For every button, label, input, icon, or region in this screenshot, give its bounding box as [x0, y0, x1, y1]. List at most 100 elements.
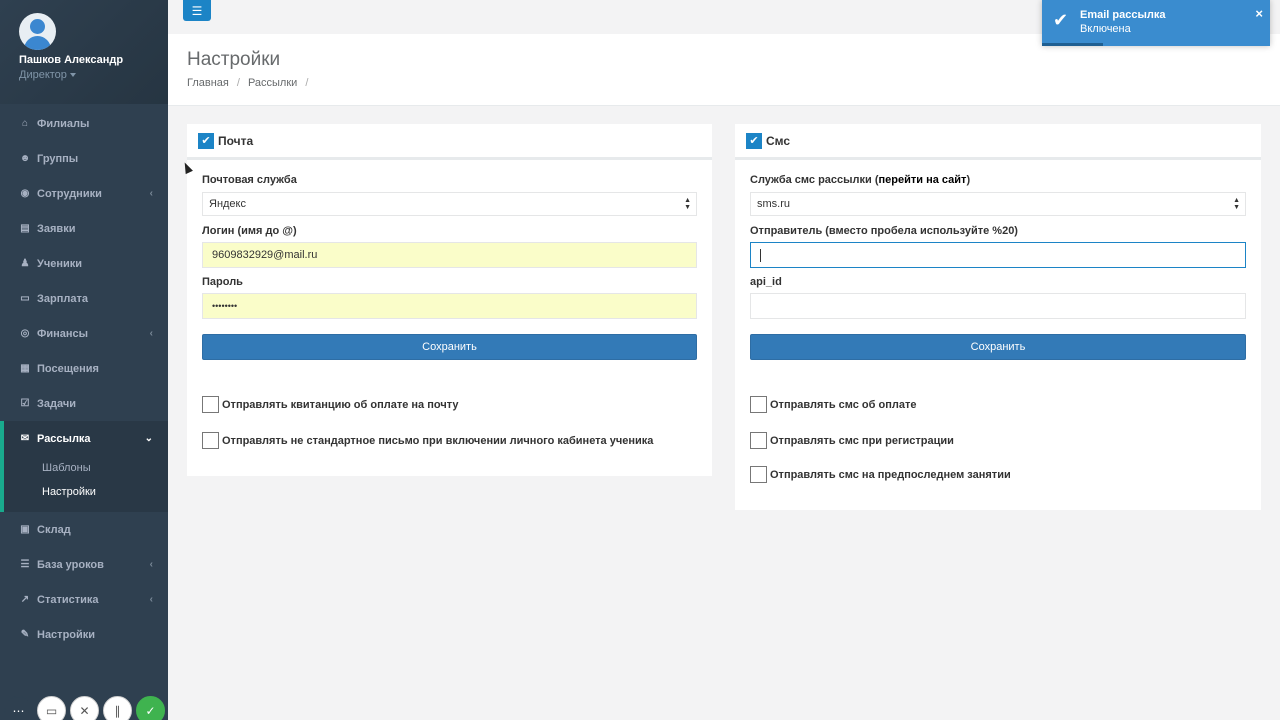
sms-service-label: Служба смс рассылки (перейти на сайт): [750, 174, 970, 186]
mail-enabled-checkbox[interactable]: ✔: [198, 132, 214, 149]
sms-check-payment[interactable]: Отправлять смс об оплате: [750, 396, 916, 413]
sms-service-select[interactable]: sms.ru ▲ ▼: [750, 192, 1246, 216]
breadcrumb-separator: /: [236, 77, 240, 89]
mail-service-select[interactable]: Яндекс ▲ ▼: [202, 192, 697, 216]
sidebar-item-label: Зарплата: [37, 292, 88, 305]
bank-icon: ⌂: [21, 118, 29, 129]
sidebar-item[interactable]: ↗ Статистика ‹: [0, 582, 168, 617]
close-icon[interactable]: ×: [1255, 6, 1263, 21]
sidebar-item[interactable]: ◉ Сотрудники ‹: [0, 176, 168, 211]
sms-api-input[interactable]: [750, 293, 1246, 319]
user-circle-icon: ◉: [20, 188, 30, 199]
sms-service-label-suffix: ): [966, 174, 971, 186]
sidebar-item-mailing[interactable]: ✉ Рассылка ⌄: [0, 421, 168, 456]
money-icon: ◎: [20, 328, 30, 339]
sidebar-item[interactable]: ▤ Заявки: [0, 211, 168, 246]
sms-check-registration[interactable]: Отправлять смс при регистрации: [750, 432, 954, 449]
sidebar-item[interactable]: ▭ Зарплата: [0, 281, 168, 316]
sidebar-item-label: Сотрудники: [37, 187, 102, 200]
sidebar-item[interactable]: ⌂ Филиалы: [0, 106, 168, 141]
mail-check-custom-letter[interactable]: Отправлять не стандартное письмо при вкл…: [202, 432, 653, 449]
sidebar-item[interactable]: ◎ Финансы ‹: [0, 316, 168, 351]
sms-api-label: api_id: [750, 276, 782, 288]
sms-panel-title: Смс: [766, 133, 791, 148]
sidebar-nav: ⌂ Филиалы ☻ Группы ◉ Сотрудники ‹ ▤ Заявки ♟ Учени…: [0, 106, 168, 421]
avatar[interactable]: [19, 13, 56, 50]
book-icon: ▤: [20, 223, 30, 234]
chevron-left-icon: ‹: [149, 188, 153, 199]
pause-icon[interactable]: ∥: [103, 696, 132, 720]
sidebar-item-label: Настройки: [37, 628, 96, 641]
caret-down-icon: [69, 73, 76, 78]
sidebar-item-label: Финансы: [37, 327, 89, 340]
toast-progress-bar: [1042, 43, 1103, 46]
checkbox[interactable]: [750, 432, 767, 449]
mail-check-receipt[interactable]: Отправлять квитанцию об оплате на почту: [202, 396, 458, 413]
sidebar-item-label: База уроков: [37, 558, 104, 571]
sidebar-subitem-settings[interactable]: Настройки: [4, 480, 168, 504]
more-icon[interactable]: ⋯: [4, 696, 33, 720]
archive-icon: ▣: [20, 524, 30, 535]
calendar-icon: ▦: [20, 363, 30, 374]
select-arrows-icon: ▲ ▼: [1233, 197, 1240, 211]
sms-check-penultimate-lesson[interactable]: Отправлять смс на предпоследнем занятии: [750, 466, 1011, 483]
mail-save-button[interactable]: Сохранить: [202, 334, 697, 360]
page-title: Настройки: [187, 49, 281, 70]
sidebar-item[interactable]: ▦ Посещения: [0, 351, 168, 386]
sms-enabled-checkbox[interactable]: ✔: [746, 132, 762, 149]
sidebar-item-label: Заявки: [37, 222, 76, 235]
breadcrumb-mailings[interactable]: Рассылки: [248, 77, 297, 89]
profile-role-dropdown[interactable]: Директор: [19, 69, 76, 81]
mail-service-label: Почтовая служба: [202, 174, 297, 186]
menu-toggle-button[interactable]: ☰: [183, 0, 211, 21]
sms-save-button[interactable]: Сохранить: [750, 334, 1246, 360]
mail-password-label: Пароль: [202, 276, 243, 288]
camera-icon[interactable]: ▭: [37, 696, 66, 720]
mail-login-input[interactable]: 9609832929@mail.ru: [202, 242, 697, 268]
sms-sender-label: Отправитель (вместо пробела используйте …: [750, 225, 1018, 237]
credit-card-icon: ▭: [20, 293, 30, 304]
checkbox[interactable]: [750, 466, 767, 483]
chevron-left-icon: ‹: [149, 328, 153, 339]
sidebar-item-label: Ученики: [37, 257, 83, 270]
sidebar-item[interactable]: ☰ База уроков ‹: [0, 547, 168, 582]
breadcrumb: Главная / Рассылки /: [187, 77, 308, 89]
checkbox[interactable]: [202, 396, 219, 413]
profile-block: Пашков Александр Директор: [0, 0, 168, 104]
mail-login-label: Логин (имя до @): [202, 225, 297, 237]
profile-role-label: Директор: [19, 69, 67, 81]
sidebar-subitem-templates[interactable]: Шаблоны: [4, 456, 168, 480]
sidebar-subnav: Шаблоны Настройки: [0, 456, 168, 512]
checkbox[interactable]: [750, 396, 767, 413]
breadcrumb-home[interactable]: Главная: [187, 77, 229, 89]
checkbox-label: Отправлять квитанцию об оплате на почту: [222, 398, 459, 411]
sidebar-item[interactable]: ☻ Группы: [0, 141, 168, 176]
line-chart-icon: ↗: [20, 594, 30, 605]
sidebar-item[interactable]: ▣ Склад: [0, 512, 168, 547]
select-arrows-icon: ▲ ▼: [684, 197, 691, 211]
sms-panel-header: ✔ Смс: [735, 124, 1261, 160]
check-icon: ✔: [1053, 10, 1069, 30]
checkbox[interactable]: [202, 432, 219, 449]
sidebar-item-label: Группы: [37, 152, 79, 165]
sms-sender-input[interactable]: [750, 242, 1246, 268]
sms-panel: ✔ Смс Служба смс рассылки (перейти на са…: [735, 124, 1261, 510]
sidebar-item-label: Филиалы: [37, 117, 90, 130]
profile-name: Пашков Александр: [19, 54, 124, 66]
mail-password-input[interactable]: ••••••••: [202, 293, 697, 319]
sidebar-item-label: Рассылка: [37, 432, 91, 445]
tasks-icon: ☑: [20, 398, 30, 409]
sidebar-item-label: Склад: [37, 523, 71, 536]
sidebar-item[interactable]: ♟ Ученики: [0, 246, 168, 281]
check-icon[interactable]: ✓: [136, 696, 165, 720]
checkbox-label: Отправлять смс на предпоследнем занятии: [770, 468, 1011, 481]
sms-service-site-link[interactable]: перейти на сайт: [879, 174, 967, 186]
breadcrumb-separator: /: [305, 77, 309, 89]
close-icon[interactable]: ✕: [70, 696, 99, 720]
sidebar-item[interactable]: ☑ Задачи: [0, 386, 168, 421]
sidebar-item-label: Задачи: [37, 397, 76, 410]
database-icon: ☰: [20, 559, 30, 570]
checkbox-label: Отправлять смс об оплате: [770, 398, 917, 411]
sidebar-item[interactable]: ✎ Настройки: [0, 617, 168, 652]
chevron-left-icon: ‹: [149, 559, 153, 570]
